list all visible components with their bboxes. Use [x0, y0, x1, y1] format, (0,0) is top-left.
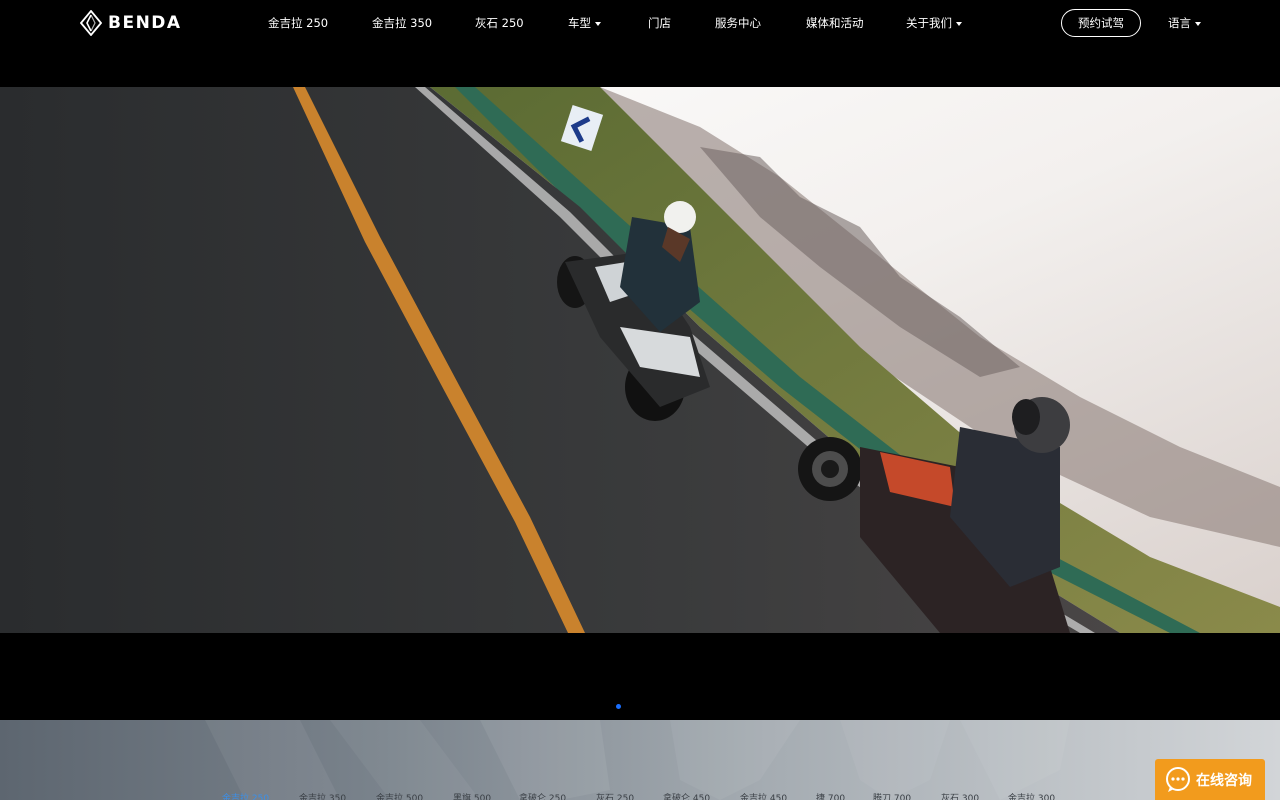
- chat-bubble-icon: [1166, 766, 1190, 792]
- online-consult-button[interactable]: 在线咨询: [1155, 759, 1265, 800]
- caret-down-icon: [1195, 21, 1201, 26]
- logo-wordmark: BENDA: [108, 13, 182, 33]
- nav-label: 媒体和活动: [806, 16, 864, 30]
- model-tab[interactable]: 腾刀 700: [873, 791, 911, 800]
- model-tab[interactable]: 灰石 300: [941, 791, 979, 800]
- nav-item-service-center[interactable]: 服务中心: [715, 15, 761, 31]
- model-tab[interactable]: 拿破仑 250: [519, 791, 566, 800]
- nav-item-jinjila-350[interactable]: 金吉拉 350: [372, 15, 432, 31]
- carousel-dot-active[interactable]: [616, 704, 621, 709]
- decorative-background-shapes: [205, 720, 1070, 800]
- model-tab[interactable]: 金吉拉 250: [222, 791, 269, 800]
- nav-label: 金吉拉 350: [372, 16, 433, 30]
- model-tab[interactable]: 金吉拉 300: [1008, 791, 1055, 800]
- nav-label: 门店: [648, 16, 671, 30]
- model-tab[interactable]: 捷 700: [816, 791, 845, 800]
- nav-label: 关于我们: [906, 16, 952, 30]
- nav-item-stores[interactable]: 门店: [648, 15, 671, 31]
- caret-down-icon: [956, 21, 962, 26]
- brand-logo[interactable]: BENDA: [80, 10, 182, 36]
- model-tab[interactable]: 金吉拉 450: [740, 791, 787, 800]
- nav-label: 服务中心: [715, 16, 761, 30]
- nav-label: 金吉拉 250: [268, 16, 329, 30]
- logo-mark-icon: [80, 10, 102, 36]
- model-tab[interactable]: 金吉拉 350: [299, 791, 346, 800]
- caret-down-icon: [595, 21, 601, 26]
- nav-item-huishi-250[interactable]: 灰石 250: [475, 15, 524, 31]
- model-tab[interactable]: 金吉拉 500: [376, 791, 423, 800]
- site-header: BENDA 金吉拉 250 金吉拉 350 灰石 250 车型 门店 服务中心 …: [0, 0, 1280, 87]
- nav-label: 灰石 250: [475, 16, 524, 30]
- hero-bottom-band: [0, 633, 1280, 720]
- test-drive-button[interactable]: 预约试驾: [1061, 9, 1141, 37]
- nav-item-about-us[interactable]: 关于我们: [906, 15, 962, 31]
- model-selector-strip: 金吉拉 250 金吉拉 350 金吉拉 500 黑旗 500 拿破仑 250 灰…: [0, 720, 1280, 800]
- nav-item-models[interactable]: 车型: [568, 15, 601, 31]
- language-label: 语言: [1168, 16, 1191, 30]
- chat-label: 在线咨询: [1196, 772, 1252, 789]
- model-tab[interactable]: 黑旗 500: [453, 791, 491, 800]
- model-tab[interactable]: 拿破仑 450: [663, 791, 710, 800]
- language-selector[interactable]: 语言: [1168, 15, 1201, 31]
- nav-label: 车型: [568, 16, 591, 30]
- model-tab[interactable]: 灰石 250: [596, 791, 634, 800]
- nav-item-jinjila-250[interactable]: 金吉拉 250: [268, 15, 328, 31]
- hero-banner-image: [0, 87, 1280, 633]
- hero-photo: [0, 87, 1280, 633]
- nav-item-media-events[interactable]: 媒体和活动: [806, 15, 864, 31]
